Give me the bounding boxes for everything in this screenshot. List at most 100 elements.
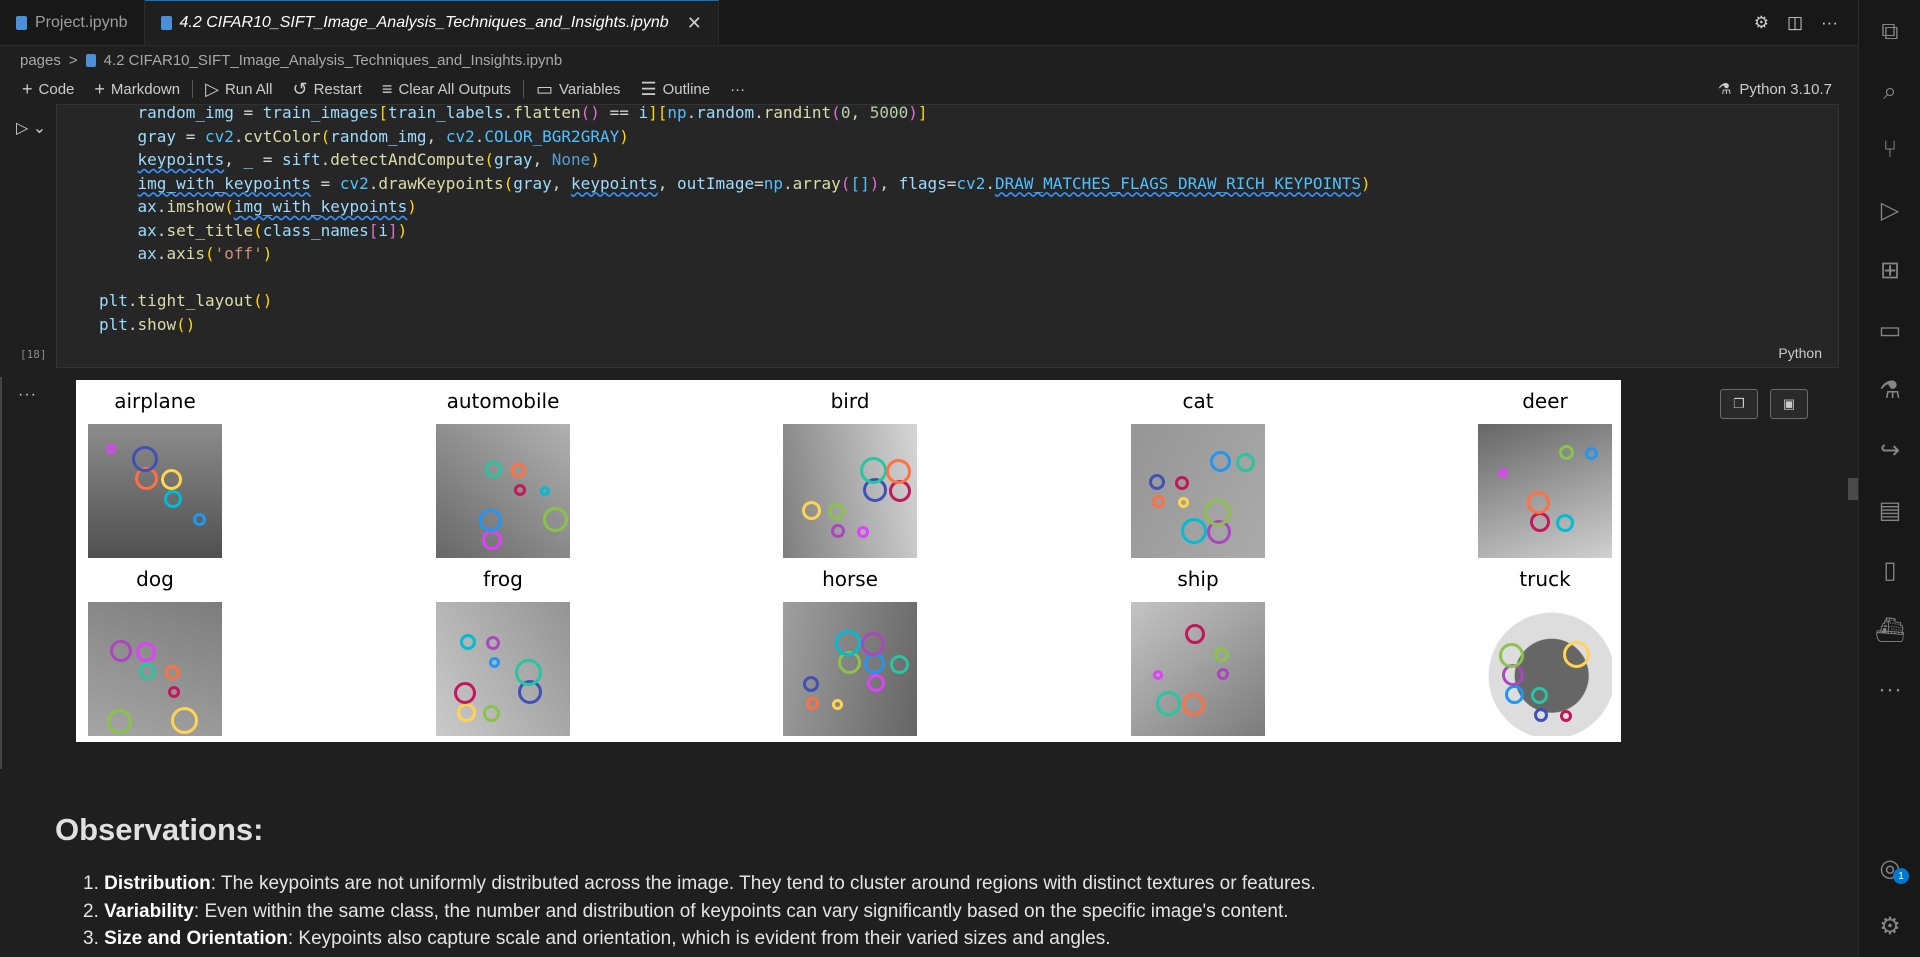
keypoint-marker (1585, 447, 1598, 460)
run-debug-icon[interactable]: ▷ (1859, 188, 1920, 232)
breadcrumb-separator: > (68, 51, 78, 69)
keypoint-marker (193, 513, 206, 526)
cell-language-label[interactable]: Python (1778, 345, 1822, 361)
clear-all-icon: ≡ (381, 78, 393, 99)
search-icon[interactable]: ⌕ (1859, 70, 1920, 114)
keypoint-marker (867, 674, 885, 692)
keypoint-image (783, 602, 917, 736)
keypoint-marker (457, 703, 476, 722)
docker-icon[interactable]: ⛴ (1859, 608, 1920, 652)
gear-icon[interactable]: ⚙ (1754, 13, 1769, 33)
outline-icon: ☰ (640, 78, 657, 99)
add-markdown-button[interactable]: + Markdown (84, 79, 190, 100)
source-control-icon[interactable]: ⑂ (1859, 128, 1920, 172)
keypoint-image (88, 602, 222, 736)
outline-button[interactable]: ☰ Outline (630, 79, 720, 100)
tab-project[interactable]: Project.ipynb (0, 0, 145, 45)
breadcrumb-file[interactable]: 4.2 CIFAR10_SIFT_Image_Analysis_Techniqu… (104, 52, 563, 69)
restart-icon: ↺ (292, 78, 308, 99)
output-panel-dog: dog (88, 566, 222, 736)
close-icon[interactable]: ✕ (687, 13, 702, 34)
observations-list: 1. Distribution: The keypoints are not u… (55, 870, 1835, 953)
output-panel-bird: bird (783, 388, 917, 558)
keypoint-marker (1182, 693, 1205, 716)
output-panel-title: truck (1519, 567, 1571, 591)
list-item: 2. Variability: Even within the same cla… (83, 900, 1289, 922)
breadcrumb-folder[interactable]: pages (20, 52, 61, 69)
keypoint-marker (835, 630, 861, 656)
run-all-button[interactable]: ▷ Run All (195, 79, 282, 100)
keypoint-marker (171, 707, 198, 734)
keypoint-marker (1534, 708, 1548, 722)
output-panel-frog: frog (436, 566, 570, 736)
code-cell[interactable]: random_img = train_images[train_labels.f… (56, 101, 1839, 368)
run-cell-icon[interactable]: ▷ ⌄ (16, 118, 46, 138)
output-more-icon[interactable]: ··· (18, 386, 37, 404)
keypoint-marker (136, 642, 156, 662)
tab-label: 4.2 CIFAR10_SIFT_Image_Analysis_Techniqu… (179, 14, 669, 31)
live-share-icon[interactable]: ↪ (1859, 428, 1920, 472)
list-item: 1. Distribution: The keypoints are not u… (83, 873, 1316, 894)
list-item: 3. Size and Orientation: Keypoints also … (83, 928, 1111, 949)
more-actions-button[interactable]: ··· (720, 81, 755, 98)
tab-bar: Project.ipynb 4.2 CIFAR10_SIFT_Image_Ana… (0, 0, 1858, 46)
keypoint-marker (861, 632, 885, 656)
output-panel-title: frog (483, 567, 523, 591)
keypoint-marker (1214, 647, 1229, 662)
keypoint-image (436, 424, 570, 558)
tab-cifar10-notebook[interactable]: 4.2 CIFAR10_SIFT_Image_Analysis_Techniqu… (144, 0, 719, 45)
keypoint-marker (886, 459, 911, 484)
explorer-icon[interactable]: ⧉ (1859, 10, 1920, 54)
copy-icon[interactable]: ❐ (1720, 389, 1758, 419)
more-icon[interactable]: ··· (1821, 13, 1838, 33)
more-icon[interactable]: ··· (1859, 668, 1920, 712)
manage-gear-icon[interactable]: ⚙ (1859, 904, 1920, 948)
restart-button[interactable]: ↺ Restart (282, 79, 371, 100)
remote-explorer-icon[interactable]: ▭ (1859, 308, 1920, 352)
keypoint-marker (828, 503, 845, 520)
kernel-picker[interactable]: ⚗ Python 3.10.7 (1718, 74, 1832, 104)
output-collapse-bar[interactable] (0, 377, 2, 769)
keypoint-marker (132, 446, 158, 472)
keypoint-marker (831, 524, 845, 538)
divider (523, 80, 524, 98)
keypoint-marker (832, 699, 843, 710)
keypoint-marker (479, 509, 502, 532)
code-line: random_img = train_images[train_labels.f… (137, 103, 928, 122)
notebook-toolbar: + Code + Markdown ▷ Run All ↺ Restart ≡ Clear… (0, 74, 1858, 104)
keypoint-marker (460, 634, 476, 650)
variables-icon: ▭ (536, 78, 554, 99)
kernel-label: Python 3.10.7 (1739, 80, 1832, 98)
split-editor-icon[interactable]: ◫ (1787, 13, 1803, 33)
testing-icon[interactable]: ⚗ (1859, 368, 1920, 412)
keypoint-marker (1185, 624, 1205, 644)
keypoint-marker (161, 469, 182, 490)
plus-icon: + (22, 78, 33, 99)
keypoint-image (436, 602, 570, 736)
output-panel-horse: horse (783, 566, 917, 736)
save-icon[interactable]: ▣ (1770, 389, 1808, 419)
output-panel-airplane: airplane (88, 388, 222, 558)
code-editor[interactable]: random_img = train_images[train_labels.f… (99, 101, 1371, 336)
variables-button[interactable]: ▭ Variables (526, 79, 630, 100)
keypoint-image (1478, 602, 1612, 736)
panel-icon[interactable]: ▤ (1859, 488, 1920, 532)
keypoint-marker (864, 653, 885, 674)
add-code-button[interactable]: + Code (12, 79, 84, 100)
keypoint-marker (489, 657, 500, 668)
keypoint-marker (483, 705, 500, 722)
output-panel-title: bird (830, 389, 870, 413)
code-line: ax.set_title(class_names[i]) (137, 220, 408, 240)
scrollbar-thumb[interactable] (1848, 478, 1858, 500)
keypoint-marker (1530, 512, 1550, 532)
keypoint-marker (1149, 474, 1165, 490)
keypoint-marker (1498, 468, 1508, 478)
account-icon[interactable]: ◎ 1 (1859, 846, 1920, 890)
extensions-icon[interactable]: ⊞ (1859, 248, 1920, 292)
code-line: ax.imshow(img_with_keypoints) (137, 197, 417, 216)
clear-all-outputs-button[interactable]: ≡ Clear All Outputs (372, 79, 521, 100)
output-panel-title: horse (822, 567, 878, 591)
account-badge: 1 (1893, 868, 1909, 884)
jupyter-icon[interactable]: ▯ (1859, 548, 1920, 592)
keypoint-marker (1531, 687, 1548, 704)
